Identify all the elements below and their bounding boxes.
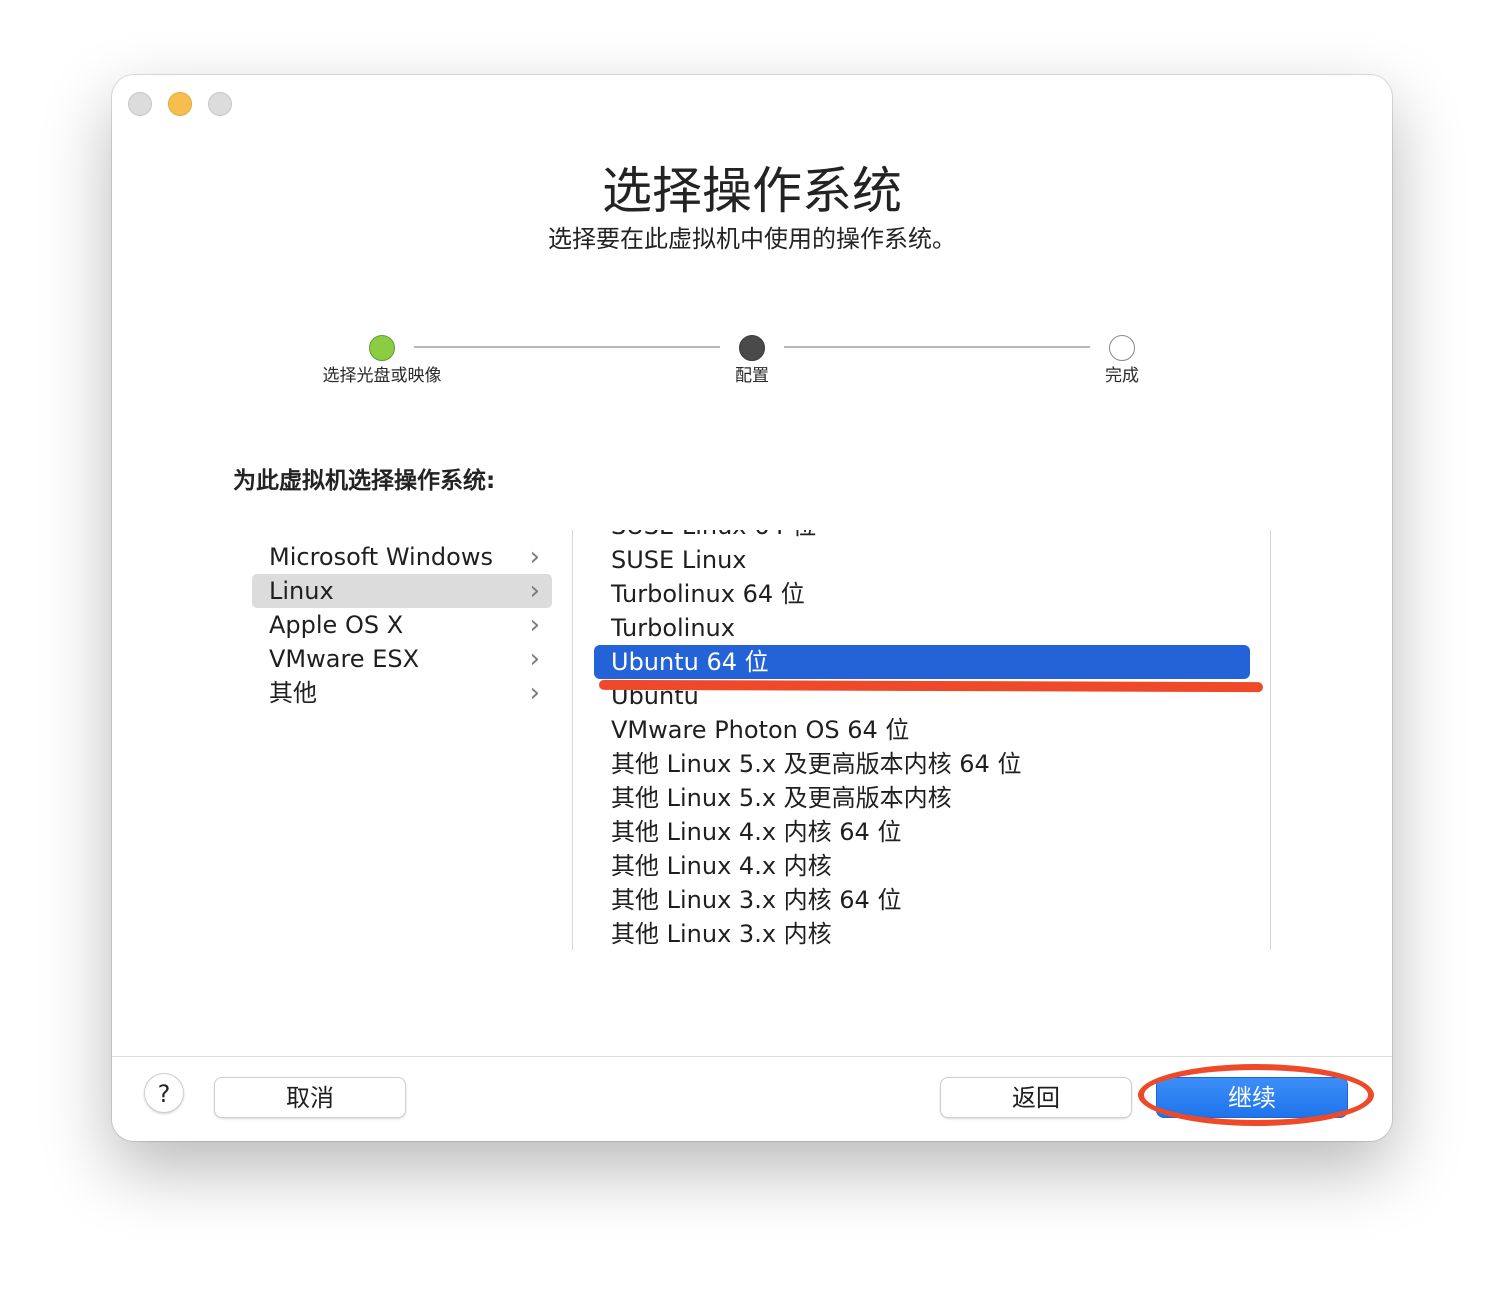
os-select-prompt: 为此虚拟机选择操作系统: xyxy=(233,468,496,494)
progress-line-1 xyxy=(414,346,720,348)
category-label: Linux xyxy=(269,577,334,605)
page-subtitle: 选择要在此虚拟机中使用的操作系统。 xyxy=(548,225,956,253)
category-other[interactable]: 其他 › xyxy=(252,676,552,710)
category-vmware-esx[interactable]: VMware ESX › xyxy=(252,642,552,676)
new-vm-assistant-window: 选择操作系统 选择要在此虚拟机中使用的操作系统。 选择光盘或映像 配置 完成 为… xyxy=(112,75,1392,1141)
category-label: Microsoft Windows xyxy=(269,543,493,571)
step-dot-pending xyxy=(1109,335,1135,361)
category-apple-os-x[interactable]: Apple OS X › xyxy=(252,608,552,642)
os-version-list[interactable]: SUSE Linux 64 位 SUSE Linux Turbolinux 64… xyxy=(594,530,1254,950)
os-item-turbolinux-64[interactable]: Turbolinux 64 位 xyxy=(594,577,1254,611)
window-close-button[interactable] xyxy=(128,92,152,116)
cancel-button[interactable]: 取消 xyxy=(214,1077,406,1118)
os-item-other-linux-3x-64[interactable]: 其他 Linux 3.x 内核 64 位 xyxy=(594,883,1254,917)
chevron-right-icon: › xyxy=(529,610,540,640)
step-label-finish: 完成 xyxy=(1105,366,1139,386)
category-label: 其他 xyxy=(269,679,317,707)
os-item-suse-linux[interactable]: SUSE Linux xyxy=(594,543,1254,577)
step-label-select-disc: 选择光盘或映像 xyxy=(322,366,442,386)
os-version-items: SUSE Linux 64 位 SUSE Linux Turbolinux 64… xyxy=(594,530,1254,950)
os-item-ubuntu-64[interactable]: Ubuntu 64 位 xyxy=(594,645,1250,679)
step-label-configure: 配置 xyxy=(735,366,769,386)
os-item-other-linux-4x[interactable]: 其他 Linux 4.x 内核 xyxy=(594,849,1254,883)
window-zoom-button[interactable] xyxy=(208,92,232,116)
step-dot-completed xyxy=(369,335,395,361)
os-item-other-linux-3x[interactable]: 其他 Linux 3.x 内核 xyxy=(594,917,1254,950)
os-item-other-linux-5x[interactable]: 其他 Linux 5.x 及更高版本内核 xyxy=(594,781,1254,815)
chevron-right-icon: › xyxy=(529,542,540,572)
chevron-right-icon: › xyxy=(529,644,540,674)
window-minimize-button[interactable] xyxy=(168,92,192,116)
category-label: VMware ESX xyxy=(269,645,420,673)
os-item-ubuntu[interactable]: Ubuntu xyxy=(594,679,1254,713)
column-divider-right xyxy=(1270,530,1271,950)
chevron-right-icon: › xyxy=(529,678,540,708)
help-button[interactable]: ? xyxy=(144,1073,184,1113)
os-item-vmware-photon-64[interactable]: VMware Photon OS 64 位 xyxy=(594,713,1254,747)
progress-line-2 xyxy=(784,346,1090,348)
footer-bar: ? 取消 返回 继续 xyxy=(112,1056,1392,1141)
os-item-other-linux-5x-64[interactable]: 其他 Linux 5.x 及更高版本内核 64 位 xyxy=(594,747,1254,781)
column-divider-left xyxy=(572,530,573,950)
category-microsoft-windows[interactable]: Microsoft Windows › xyxy=(252,540,552,574)
os-category-list: Microsoft Windows › Linux › Apple OS X ›… xyxy=(252,540,552,710)
back-button[interactable]: 返回 xyxy=(940,1077,1132,1118)
os-item-other-linux-4x-64[interactable]: 其他 Linux 4.x 内核 64 位 xyxy=(594,815,1254,849)
category-label: Apple OS X xyxy=(269,611,404,639)
page-title: 选择操作系统 xyxy=(602,162,902,220)
os-item-turbolinux[interactable]: Turbolinux xyxy=(594,611,1254,645)
os-item-suse-linux-64[interactable]: SUSE Linux 64 位 xyxy=(594,530,1254,543)
category-linux[interactable]: Linux › xyxy=(252,574,552,608)
continue-button[interactable]: 继续 xyxy=(1156,1077,1348,1118)
chevron-right-icon: › xyxy=(529,576,540,606)
step-dot-current xyxy=(739,335,765,361)
